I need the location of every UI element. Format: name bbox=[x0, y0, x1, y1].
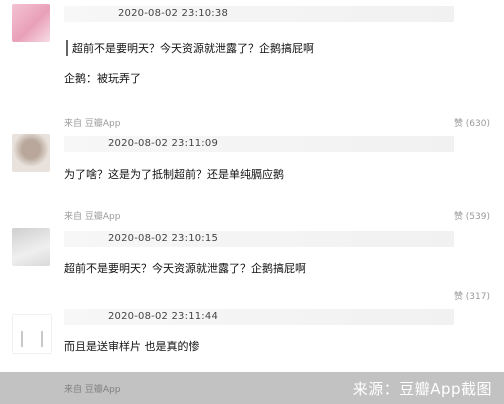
source-label: 来自 豆瓣App bbox=[64, 385, 121, 395]
comment-text: 而且是送审样片 也是真的惨 bbox=[64, 340, 200, 353]
comment-timestamp: 2020-08-02 23:10:15 bbox=[108, 233, 219, 244]
source-label: 来自 豆瓣App bbox=[64, 212, 121, 222]
comment-timestamp: 2020-08-02 23:10:38 bbox=[118, 8, 229, 19]
comment-text: 企鹅：被玩弄了 bbox=[64, 72, 141, 85]
avatar[interactable] bbox=[12, 134, 50, 172]
comment-timestamp: 2020-08-02 23:11:44 bbox=[108, 311, 219, 322]
avatar[interactable] bbox=[12, 228, 50, 266]
watermark-text: 来源：豆瓣App截图 bbox=[352, 380, 492, 398]
avatar[interactable] bbox=[12, 4, 50, 42]
comment-text: 超前不是要明天？今天资源就泄露了？企鹅搞屁啊 bbox=[64, 262, 306, 275]
quoted-text: 超前不是要明天？今天资源就泄露了？企鹅搞屁啊 bbox=[66, 40, 314, 56]
source-label: 来自 豆瓣App bbox=[64, 119, 121, 129]
avatar[interactable] bbox=[12, 314, 52, 354]
like-count[interactable]: 赞 (317) bbox=[454, 289, 490, 302]
like-count[interactable]: 赞 (630) bbox=[454, 116, 490, 129]
like-count[interactable]: 赞 (539) bbox=[454, 209, 490, 222]
comment-timestamp: 2020-08-02 23:11:09 bbox=[108, 138, 219, 149]
comment-text: 为了啥？这是为了抵制超前？还是单纯膈应鹅 bbox=[64, 168, 284, 181]
